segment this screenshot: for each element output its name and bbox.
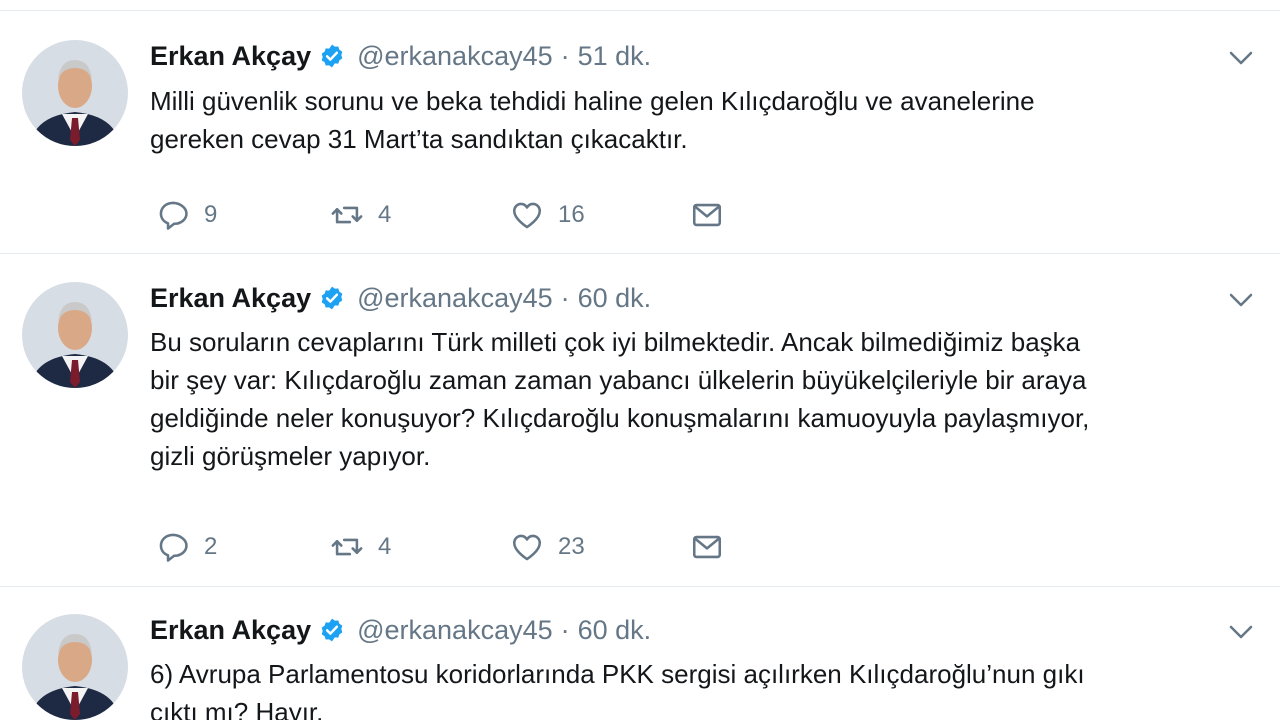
tweet[interactable]: Erkan Akçay @erkanakcay45 · 60 dk. Bu so…	[0, 255, 1280, 587]
like-button[interactable]: 23	[510, 530, 690, 564]
author-name[interactable]: Erkan Akçay	[150, 41, 311, 72]
tweet[interactable]: Erkan Akçay @erkanakcay45 · 60 dk. 6) Av…	[0, 588, 1280, 720]
reply-button[interactable]: 9	[156, 198, 330, 232]
tweet-timestamp[interactable]: 60 dk.	[578, 615, 652, 646]
direct-message-icon	[692, 535, 722, 559]
previous-tweet-edge	[0, 0, 1280, 11]
tweet-text-line: 6) Avrupa Parlamentosu koridorlarında PK…	[150, 659, 1085, 689]
tweet-text-line: gizli görüşmeler yapıyor.	[150, 441, 431, 471]
tweet-actions: 9 4 16	[156, 197, 724, 233]
separator-dot: ·	[560, 40, 570, 71]
chevron-down-icon[interactable]	[1226, 285, 1256, 315]
like-icon	[512, 534, 542, 561]
retweet-count: 4	[378, 533, 392, 560]
reply-icon	[159, 201, 188, 230]
tweet-actions: 2 4 23	[156, 529, 724, 565]
tweet[interactable]: Erkan Akçay @erkanakcay45 · 51 dk. Milli…	[0, 11, 1280, 254]
like-count: 16	[558, 201, 585, 228]
retweet-button[interactable]: 4	[330, 198, 510, 232]
like-count: 23	[558, 533, 585, 560]
like-icon	[512, 202, 542, 229]
avatar[interactable]	[22, 282, 128, 388]
direct-message-button[interactable]	[690, 198, 724, 232]
retweet-count: 4	[378, 201, 392, 228]
retweet-icon	[331, 206, 363, 224]
tweet-text-line: Milli güvenlik sorunu ve beka tehdidi ha…	[150, 86, 1035, 116]
reply-icon	[159, 533, 188, 562]
tweet-timeline: Erkan Akçay @erkanakcay45 · 51 dk. Milli…	[0, 0, 1280, 720]
retweet-icon	[331, 538, 363, 556]
direct-message-button[interactable]	[690, 530, 724, 564]
reply-count: 2	[204, 533, 218, 560]
separator-dot: ·	[560, 614, 570, 645]
tweet-text: 6) Avrupa Parlamentosu koridorlarında PK…	[150, 655, 1260, 720]
author-name[interactable]: Erkan Akçay	[150, 283, 311, 314]
chevron-down-icon[interactable]	[1226, 617, 1256, 647]
reply-button[interactable]: 2	[156, 530, 330, 564]
separator-dot: ·	[560, 282, 570, 313]
avatar[interactable]	[22, 614, 128, 720]
tweet-text-line: bir şey var: Kılıçdaroğlu zaman zaman ya…	[150, 365, 1087, 395]
retweet-button[interactable]: 4	[330, 530, 510, 564]
tweet-text-line: Bu soruların cevaplarını Türk milleti ço…	[150, 327, 1081, 357]
tweet-text-line: geldiğinde neler konuşuyor? Kılıçdaroğlu…	[150, 403, 1090, 433]
author-handle[interactable]: @erkanakcay45	[357, 41, 553, 72]
tweet-timestamp[interactable]: 60 dk.	[578, 283, 652, 314]
tweet-text-line: gereken cevap 31 Mart’ta sandıktan çıkac…	[150, 124, 688, 154]
reply-count: 9	[204, 201, 218, 228]
verified-badge-icon	[321, 44, 343, 68]
author-handle[interactable]: @erkanakcay45	[357, 615, 553, 646]
verified-badge-icon	[321, 286, 343, 310]
direct-message-icon	[692, 203, 722, 227]
tweet-text: Milli güvenlik sorunu ve beka tehdidi ha…	[150, 82, 1260, 158]
tweet-text: Bu soruların cevaplarını Türk milleti ço…	[150, 323, 1260, 475]
author-name[interactable]: Erkan Akçay	[150, 615, 311, 646]
verified-badge-icon	[321, 618, 343, 642]
chevron-down-icon[interactable]	[1226, 43, 1256, 73]
author-handle[interactable]: @erkanakcay45	[357, 283, 553, 314]
avatar[interactable]	[22, 40, 128, 146]
tweet-timestamp[interactable]: 51 dk.	[578, 41, 652, 72]
tweet-text-line: çıktı mı? Hayır.	[150, 697, 324, 720]
like-button[interactable]: 16	[510, 198, 690, 232]
